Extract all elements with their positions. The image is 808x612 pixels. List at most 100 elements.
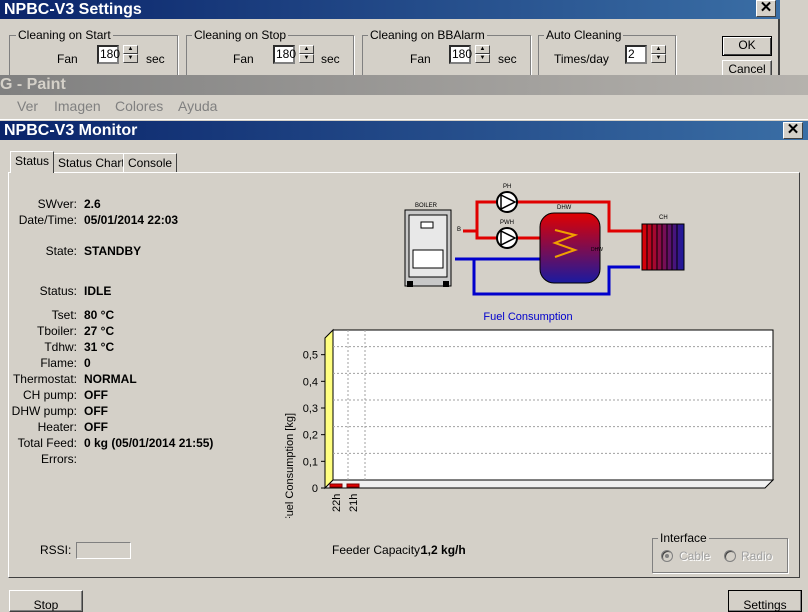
spin-up-icon[interactable]: ▲ (651, 45, 666, 54)
status-field-label: Tboiler: (36, 324, 77, 338)
settings-button[interactable]: Settings (728, 590, 802, 612)
status-field-value: 27 °C (84, 324, 115, 338)
radio-label: Radio (741, 549, 773, 563)
spin-down-icon[interactable]: ▼ (651, 54, 666, 63)
tab-console[interactable]: Console (123, 153, 178, 173)
status-field-label: Heater: (37, 420, 77, 434)
fuel-consumption-chart: Fuel Consumption Fuel Consumption [kg] 0… (284, 311, 775, 518)
chart-category-label: 22h (331, 494, 343, 512)
radio-radio[interactable] (724, 550, 736, 562)
status-field-label: SWver: (37, 197, 77, 211)
status-field-label: Date/Time: (18, 213, 77, 227)
feeder-capacity-label: Feeder Capacity: (332, 543, 424, 557)
chart-ytick-label: 0,3 (303, 403, 318, 415)
boiler-b-label: B (457, 227, 461, 233)
status-field-label: CH pump: (22, 388, 77, 402)
ph-label: PH (503, 184, 511, 190)
auto-cleaning-spinner[interactable]: ▲ ▼ (651, 45, 666, 64)
monitor-close-icon[interactable]: ✕ (783, 122, 803, 139)
tab-status-chart[interactable]: Status Chart (53, 153, 130, 173)
status-field-value: STANDBY (84, 244, 142, 258)
status-field-value: IDLE (84, 284, 112, 298)
cleaning-start-spinner[interactable]: ▲ ▼ (123, 45, 138, 64)
pwh-label: PWH (500, 220, 514, 226)
status-field-label: Status: (39, 284, 77, 298)
cleaning-on-start-title: Cleaning on Start (16, 28, 113, 42)
monitor-window: NPBC-V3 Monitor ✕ Status Status Chart Co… (0, 119, 808, 612)
cleaning-stop-fan-input[interactable]: 180 (273, 45, 296, 64)
status-field-value: NORMAL (84, 372, 137, 386)
spin-down-icon[interactable]: ▼ (123, 54, 138, 63)
interface-title: Interface (658, 531, 709, 545)
cleaning-bbalarm-fan-input[interactable]: 180 (449, 45, 472, 64)
ch-label: CH (659, 215, 668, 221)
status-field-value: OFF (84, 420, 108, 434)
menu-colores[interactable]: Colores (115, 98, 163, 114)
menu-imagen[interactable]: Imagen (54, 98, 101, 114)
feeder-capacity-value: 1,2 kg/h (421, 543, 466, 557)
menu-ayuda[interactable]: Ayuda (178, 98, 217, 114)
status-field-label: State: (45, 244, 77, 258)
cleaning-stop-spinner[interactable]: ▲ ▼ (299, 45, 314, 64)
paint-window: G - Paint Ver Imagen Colores Ayuda (0, 75, 808, 120)
unit-label: sec (321, 52, 340, 66)
chart-bar (329, 483, 343, 488)
fan-label: Fan (410, 52, 431, 66)
unit-label: sec (146, 52, 165, 66)
chart-ytick-label: 0,2 (303, 430, 318, 442)
status-field-value: 05/01/2014 22:03 (84, 213, 179, 227)
status-field-label: DHW pump: (11, 404, 77, 418)
heating-system-diagram: BOILER B PH PWH DHW DHW CH (404, 184, 685, 296)
chart-ytick-label: 0,5 (303, 350, 318, 362)
rssi-label: RSSI: (40, 543, 72, 557)
rssi-indicator (76, 542, 131, 559)
spin-up-icon[interactable]: ▲ (299, 45, 314, 54)
fan-label: Fan (57, 52, 78, 66)
ok-button[interactable]: OK (722, 36, 772, 56)
tab-status[interactable]: Status (10, 151, 55, 173)
status-field-value: 0 kg (05/01/2014 21:55) (84, 436, 214, 450)
status-field-label: Tset: (51, 308, 77, 322)
chart-ytick-label: 0 (312, 483, 318, 495)
cable-label: Cable (679, 549, 711, 563)
chart-plot-area (332, 329, 774, 481)
chart-left-wall (324, 328, 334, 490)
spin-up-icon[interactable]: ▲ (123, 45, 138, 54)
spin-up-icon[interactable]: ▲ (475, 45, 490, 54)
status-field-value: 0 (84, 356, 91, 370)
cleaning-start-fan-input[interactable]: 180 (97, 45, 120, 64)
times-per-day-label: Times/day (554, 52, 609, 66)
chart-floor (323, 479, 775, 489)
chart-ytick-label: 0,1 (303, 456, 318, 468)
stop-button[interactable]: Stop (9, 590, 83, 612)
monitor-titlebar[interactable]: NPBC-V3 Monitor (0, 121, 808, 140)
settings-titlebar[interactable]: NPBC-V3 Settings (0, 0, 780, 19)
menu-ver[interactable]: Ver (17, 98, 38, 114)
settings-close-icon[interactable]: ✕ (756, 0, 776, 17)
spin-down-icon[interactable]: ▼ (299, 54, 314, 63)
status-field-label: Flame: (40, 356, 77, 370)
status-field-value: OFF (84, 404, 108, 418)
status-field-label: Thermostat: (12, 372, 77, 386)
stop-button-label: Stop (33, 598, 59, 612)
unit-label: sec (498, 52, 517, 66)
cleaning-bbalarm-spinner[interactable]: ▲ ▼ (475, 45, 490, 64)
chart-title: Fuel Consumption (483, 311, 572, 323)
paint-titlebar[interactable]: G - Paint (0, 75, 808, 95)
cable-radio[interactable] (661, 550, 673, 562)
spin-down-icon[interactable]: ▼ (475, 54, 490, 63)
auto-cleaning-times-input[interactable]: 2 (625, 45, 647, 64)
settings-title: NPBC-V3 Settings (4, 1, 142, 18)
fan-label: Fan (233, 52, 254, 66)
ch-radiator-icon (641, 223, 685, 271)
chart-bar (346, 483, 360, 488)
chart-category-label: 21h (348, 494, 360, 512)
paint-title: G - Paint (0, 76, 66, 93)
status-field-label: Errors: (41, 452, 77, 466)
status-field-value: OFF (84, 388, 108, 402)
status-field-label: Total Feed: (17, 436, 77, 450)
cleaning-on-stop-title: Cleaning on Stop (192, 28, 289, 42)
status-field-label: Tdhw: (44, 340, 77, 354)
paint-menubar: Ver Imagen Colores Ayuda (0, 96, 808, 116)
boiler-label: BOILER (415, 203, 438, 209)
